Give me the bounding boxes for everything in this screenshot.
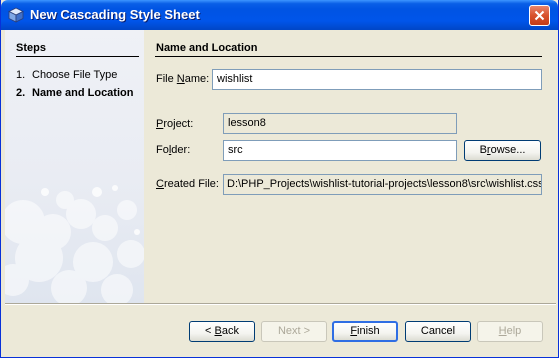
decorative-bubbles-graphic [5,185,144,303]
finish-button[interactable]: Finish [332,321,398,342]
step-name-and-location: 2. Name and Location [16,87,133,99]
step-number: 2. [16,87,26,99]
footer-divider-highlight [5,304,556,305]
project-field: lesson8 [223,113,457,134]
cube-icon [8,7,24,23]
close-button[interactable] [529,5,550,26]
file-name-input[interactable]: wishlist [212,69,542,90]
next-button[interactable]: Next > [261,321,327,342]
file-name-label: File Name: [156,73,210,85]
browse-button[interactable]: Browse... [464,140,541,161]
steps-heading: Steps [16,42,46,54]
folder-input[interactable]: src [223,140,457,161]
step-label: Name and Location [32,87,134,99]
created-file-label: Created File: [156,178,219,190]
created-file-field: D:\PHP_Projects\wishlist-tutorial-projec… [223,174,542,195]
section-divider [155,56,542,57]
steps-divider [16,56,139,57]
project-label: Project: [156,118,194,130]
help-button[interactable]: Help [477,321,543,342]
dialog-window: New Cascading Style Sheet Steps 1. Choose… [0,0,559,358]
back-button[interactable]: < Back [189,321,255,342]
window-title: New Cascading Style Sheet [30,7,200,22]
steps-panel: Steps 1. Choose File Type 2. Name and Loca… [5,30,144,303]
folder-label: Folder: [156,144,191,156]
cancel-button[interactable]: Cancel [405,321,471,342]
step-label: Choose File Type [32,69,118,81]
step-choose-file-type: 1. Choose File Type [16,69,117,81]
close-icon [534,10,545,21]
title-bar[interactable]: New Cascading Style Sheet [1,0,558,30]
section-heading: Name and Location [156,42,258,54]
step-number: 1. [16,69,26,81]
